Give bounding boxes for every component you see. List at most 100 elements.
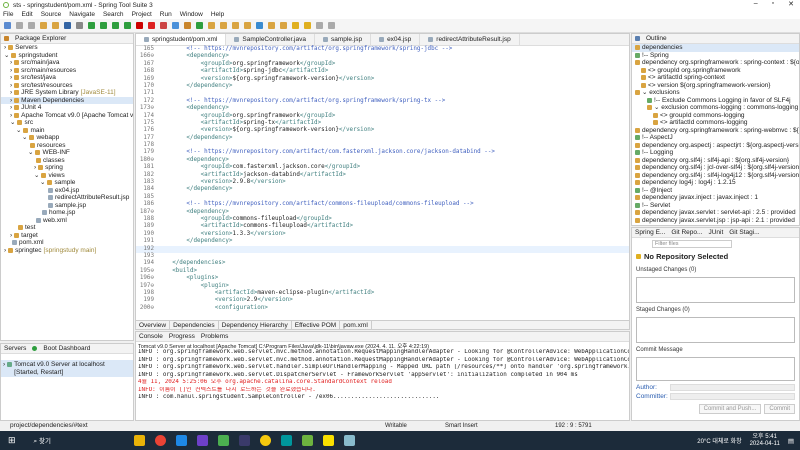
close-button[interactable]: ✕ [788,0,794,8]
expand-toggle[interactable]: ⌄ [40,179,45,187]
tree-item[interactable]: › JRE System Library [JavaSE-11] [1,89,133,97]
github-icon[interactable] [196,435,208,446]
git-tab[interactable]: Spring E... [635,229,665,236]
outline-item[interactable]: dependency org.slf4j : slf4j-api : ${org… [632,157,799,165]
expand-toggle[interactable]: › [10,104,12,112]
tree-item[interactable]: › Apache Tomcat v9.0 [Apache Tomcat v9.0] [1,112,133,120]
expand-toggle[interactable]: ⌄ [4,52,9,60]
tree-item[interactable]: ⌄ views [1,172,133,180]
git-tab[interactable]: JUnit [708,229,723,236]
toolbar-button-icon[interactable] [280,22,287,29]
outline-item[interactable]: dependency javax.servlet : servlet-api :… [632,209,799,217]
outline-item[interactable]: !-- @Inject [632,187,799,195]
expand-toggle[interactable]: › [10,97,12,105]
toolbar-button-icon[interactable] [124,22,131,29]
menu-help[interactable]: Help [211,11,224,18]
toolbar-button-icon[interactable] [100,22,107,29]
menu-file[interactable]: File [3,11,13,18]
toolbar-button-icon[interactable] [112,22,119,29]
outline-item[interactable]: dependencies [632,44,799,52]
tree-item[interactable]: ⌄ src [1,119,133,127]
outline-item[interactable]: <> artifactId spring-context [632,74,799,82]
tree-item[interactable]: pom.xml [1,239,133,247]
tree-item[interactable]: ⌄ sample [1,179,133,187]
menu-edit[interactable]: Edit [21,11,32,18]
toolbar-button-icon[interactable] [148,22,155,29]
outline-item[interactable]: ⌄ exclusion commons-logging : commons-lo… [632,104,799,112]
clock[interactable]: 오후 5:41 2024-04-11 [750,434,780,448]
toolbar-button-icon[interactable] [184,22,191,29]
editor-tab[interactable]: sample.jsp [315,34,372,45]
editor-tab[interactable]: springstudent/pom.xml [136,34,227,45]
code-area[interactable]: 165 <!-- https://mvnrepository.com/artif… [136,46,629,312]
tree-item[interactable]: classes [1,157,133,165]
pom-tab-pom-xml[interactable]: pom.xml [340,321,372,329]
author-input[interactable] [670,384,795,391]
toolbar-button-icon[interactable] [136,22,143,29]
menu-project[interactable]: Project [132,11,152,18]
server-item[interactable]: › Tomcat v9.0 Server at localhost [Start… [1,360,133,377]
tree-item[interactable]: › spring [1,164,133,172]
outline-item[interactable]: !-- Logging [632,149,799,157]
toolbar-button-icon[interactable] [244,22,251,29]
outline-item[interactable]: dependency javax.servlet.jsp : jsp-api :… [632,217,799,225]
toolbar-button-icon[interactable] [160,22,167,29]
toolbar-button-icon[interactable] [292,22,299,29]
vscode-icon[interactable] [175,435,187,446]
editor-tab[interactable]: ex04.jsp [371,34,421,45]
hf-icon[interactable] [259,435,271,446]
commit-and-push-button[interactable]: Commit and Push... [698,404,762,414]
outline-item[interactable]: !-- Spring [632,52,799,60]
paint-icon[interactable] [343,435,355,446]
menu-navigate[interactable]: Navigate [69,11,95,18]
tree-item[interactable]: ⌄ main [1,127,133,135]
outline-item[interactable]: dependency log4j : log4j : 1.2.15 [632,179,799,187]
maximize-button[interactable]: ▫ [772,0,774,8]
menu-window[interactable]: Window [180,11,203,18]
toolbar-button-icon[interactable] [256,22,263,29]
expand-toggle[interactable]: › [10,74,12,82]
console-output[interactable]: INFO : org.springframework.web.servlet.m… [136,349,629,402]
arduino-icon[interactable] [280,435,292,446]
expand-toggle[interactable]: › [10,112,12,120]
outline-item[interactable]: dependency javax.inject : javax.inject :… [632,194,799,202]
outline-item[interactable]: !-- Exclude Commons Logging in favor of … [632,97,799,105]
outline-item[interactable]: <> groupId commons-logging [632,112,799,120]
file-explorer-icon[interactable] [133,435,145,446]
toolbar-button-icon[interactable] [268,22,275,29]
toolbar-button-icon[interactable] [172,22,179,29]
toolbar-button-icon[interactable] [52,22,59,29]
expand-toggle[interactable]: ⌄ [22,134,27,142]
outline-item[interactable]: dependency org.slf4j : slf4j-log4j12 : $… [632,172,799,180]
minimize-button[interactable]: – [754,0,758,8]
outline-item[interactable]: dependency org.slf4j : jcl-over-slf4j : … [632,164,799,172]
outline-item[interactable]: <> groupId org.springframework [632,67,799,75]
expand-toggle[interactable]: › [3,361,5,369]
committer-input[interactable] [670,393,795,400]
menu-search[interactable]: Search [103,11,124,18]
expand-toggle[interactable]: › [4,44,6,52]
commit-button[interactable]: Commit [764,404,795,414]
toolbar-button-icon[interactable] [4,22,11,29]
toolbar-button-icon[interactable] [232,22,239,29]
tree-item[interactable]: › src/test/resources [1,82,133,90]
notification-icon[interactable]: ▤ [788,437,794,445]
outline-item[interactable]: dependency org.springframework : spring-… [632,127,799,135]
git-tab[interactable]: Git Repo... [671,229,702,236]
pom-tab-dependency-hierarchy[interactable]: Dependency Hierarchy [219,321,292,329]
tree-item[interactable]: web.xml [1,217,133,225]
toolbar-button-icon[interactable] [76,22,83,29]
menu-run[interactable]: Run [160,11,172,18]
tree-item[interactable]: home.jsp [1,209,133,217]
windows-start-icon[interactable]: ⊞ [8,435,16,446]
expand-toggle[interactable]: ⌄ [16,127,21,135]
tree-item[interactable]: ⌄ webapp [1,134,133,142]
menu-source[interactable]: Source [41,11,62,18]
toolbar-button-icon[interactable] [40,22,47,29]
taskbar-search[interactable]: ⌕ 찾기 [34,435,129,446]
problems-tab[interactable]: Problems [201,333,228,340]
chrome-icon[interactable] [154,435,166,446]
editor-tab[interactable]: redirectAttributeResult.jsp [420,34,520,45]
weather[interactable]: 20°C 대체로 화창 [697,436,741,445]
outline-item[interactable]: dependency org.springframework : spring-… [632,59,799,67]
